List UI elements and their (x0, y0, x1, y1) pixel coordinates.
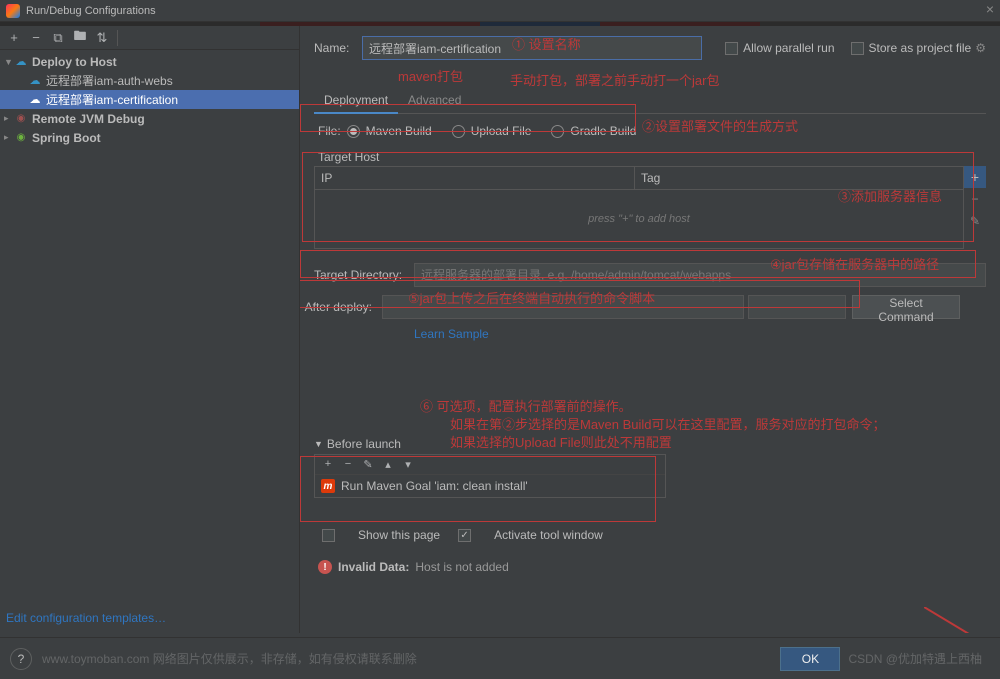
remove-host-button[interactable]: − (964, 188, 986, 210)
tree-spring-boot[interactable]: ▸ Spring Boot (0, 128, 299, 147)
tree-item-label: 远程部署iam-certification (46, 91, 178, 108)
tree-label: Deploy to Host (32, 55, 117, 69)
tree-deploy-to-host[interactable]: ▼☁ Deploy to Host (0, 52, 299, 71)
tree-label: Spring Boot (32, 131, 101, 145)
tree-label: Remote JVM Debug (32, 112, 145, 126)
after-deploy-label: After deploy: (300, 300, 382, 314)
host-table: IP Tag press "+" to add host (314, 166, 964, 249)
radio-maven[interactable] (347, 125, 360, 138)
after-deploy-extra[interactable] (748, 295, 846, 319)
tree-item-certification[interactable]: ☁ 远程部署iam-certification (0, 90, 299, 109)
config-content: Name: Allow parallel run Store as projec… (300, 26, 1000, 633)
launch-item[interactable]: m Run Maven Goal 'iam: clean install' (315, 475, 665, 497)
launch-down-button[interactable]: ▾ (400, 458, 416, 471)
error-label: Invalid Data: (338, 560, 409, 574)
name-label: Name: (314, 41, 362, 55)
host-empty-placeholder: press "+" to add host (315, 190, 963, 248)
radio-upload[interactable] (452, 125, 465, 138)
edit-host-button[interactable]: ✎ (964, 210, 986, 232)
arrow-icon (924, 607, 1000, 633)
ok-button[interactable]: OK (780, 647, 840, 671)
add-config-button[interactable]: + (4, 28, 24, 48)
file-label: File: (318, 124, 341, 138)
watermark-left: www.toymoban.com 网络图片仅供展示，非存储，如有侵权请联系删除 (42, 650, 417, 667)
maven-icon: m (321, 479, 335, 493)
radio-maven-label: Maven Build (366, 124, 432, 138)
title-bar: Run/Debug Configurations (0, 0, 1000, 22)
host-col-ip: IP (315, 167, 635, 189)
edit-templates-link[interactable]: Edit configuration templates… (0, 603, 299, 633)
select-command-button[interactable]: Select Command (852, 295, 960, 319)
annotation-6-l2: 如果在第②步选择的是Maven Build可以在这里配置，服务对应的打包命令； (450, 414, 886, 433)
gear-icon[interactable]: ⚙ (975, 41, 986, 55)
activate-tool-checkbox[interactable] (458, 529, 471, 542)
launch-edit-button[interactable]: ✎ (360, 458, 376, 471)
radio-gradle[interactable] (551, 125, 564, 138)
help-button[interactable]: ? (10, 648, 32, 670)
activate-tool-label: Activate tool window (494, 528, 603, 542)
target-host-label: Target Host (318, 150, 986, 164)
copy-config-button[interactable]: ⧉ (48, 28, 68, 48)
launch-add-button[interactable]: + (320, 458, 336, 471)
store-project-label: Store as project file (869, 41, 972, 55)
window-title: Run/Debug Configurations (26, 5, 156, 17)
save-config-button[interactable]: 🖿 (70, 28, 90, 48)
before-launch-box: + − ✎ ▴ ▾ m Run Maven Goal 'iam: clean i… (314, 454, 666, 498)
after-deploy-input[interactable] (382, 295, 744, 319)
tab-deployment[interactable]: Deployment (314, 88, 398, 113)
before-launch-toggle[interactable]: ▼ Before launch (314, 437, 986, 451)
tab-advanced[interactable]: Advanced (398, 88, 471, 113)
expand-config-button[interactable]: ⇅ (92, 28, 112, 48)
launch-remove-button[interactable]: − (340, 458, 356, 471)
radio-upload-label: Upload File (471, 124, 532, 138)
annotation-6-l1: ⑥ 可选项，配置执行部署前的操作。 (420, 396, 632, 415)
dialog-footer: ? www.toymoban.com 网络图片仅供展示，非存储，如有侵权请联系删… (0, 637, 1000, 679)
remove-config-button[interactable]: − (26, 28, 46, 48)
name-input[interactable] (362, 36, 702, 60)
config-tree: ▼☁ Deploy to Host ☁ 远程部署iam-auth-webs ☁ … (0, 50, 299, 603)
before-launch-label: Before launch (327, 437, 401, 451)
target-dir-input[interactable] (414, 263, 986, 287)
error-icon: ! (318, 560, 332, 574)
add-host-button[interactable]: + (964, 166, 986, 188)
learn-sample-link[interactable]: Learn Sample (414, 327, 489, 341)
sidebar: + − ⧉ 🖿 ⇅ ▼☁ Deploy to Host ☁ 远程部署iam-au… (0, 26, 300, 633)
config-toolbar: + − ⧉ 🖿 ⇅ (0, 26, 299, 50)
allow-parallel-label: Allow parallel run (743, 41, 834, 55)
launch-item-label: Run Maven Goal 'iam: clean install' (341, 479, 528, 493)
radio-gradle-label: Gradle Build (570, 124, 636, 138)
annotation-manual: 手动打包，部署之前手动打一个jar包 (510, 70, 719, 89)
annotation-maven: maven打包 (398, 66, 463, 85)
watermark-right: CSDN @优加特遇上西柚 (848, 650, 982, 667)
close-icon[interactable]: × (986, 1, 994, 17)
tree-remote-jvm[interactable]: ▸ Remote JVM Debug (0, 109, 299, 128)
allow-parallel-checkbox[interactable] (725, 42, 738, 55)
show-page-label: Show this page (358, 528, 440, 542)
show-page-checkbox[interactable] (322, 529, 335, 542)
launch-up-button[interactable]: ▴ (380, 458, 396, 471)
host-col-tag: Tag (635, 167, 666, 189)
store-project-checkbox[interactable] (851, 42, 864, 55)
target-dir-label: Target Directory: (314, 268, 414, 282)
ide-icon (6, 4, 20, 18)
error-message: Host is not added (415, 560, 508, 574)
content-tabs: Deployment Advanced (314, 88, 986, 114)
tree-item-label: 远程部署iam-auth-webs (46, 72, 173, 89)
tree-item-auth-webs[interactable]: ☁ 远程部署iam-auth-webs (0, 71, 299, 90)
